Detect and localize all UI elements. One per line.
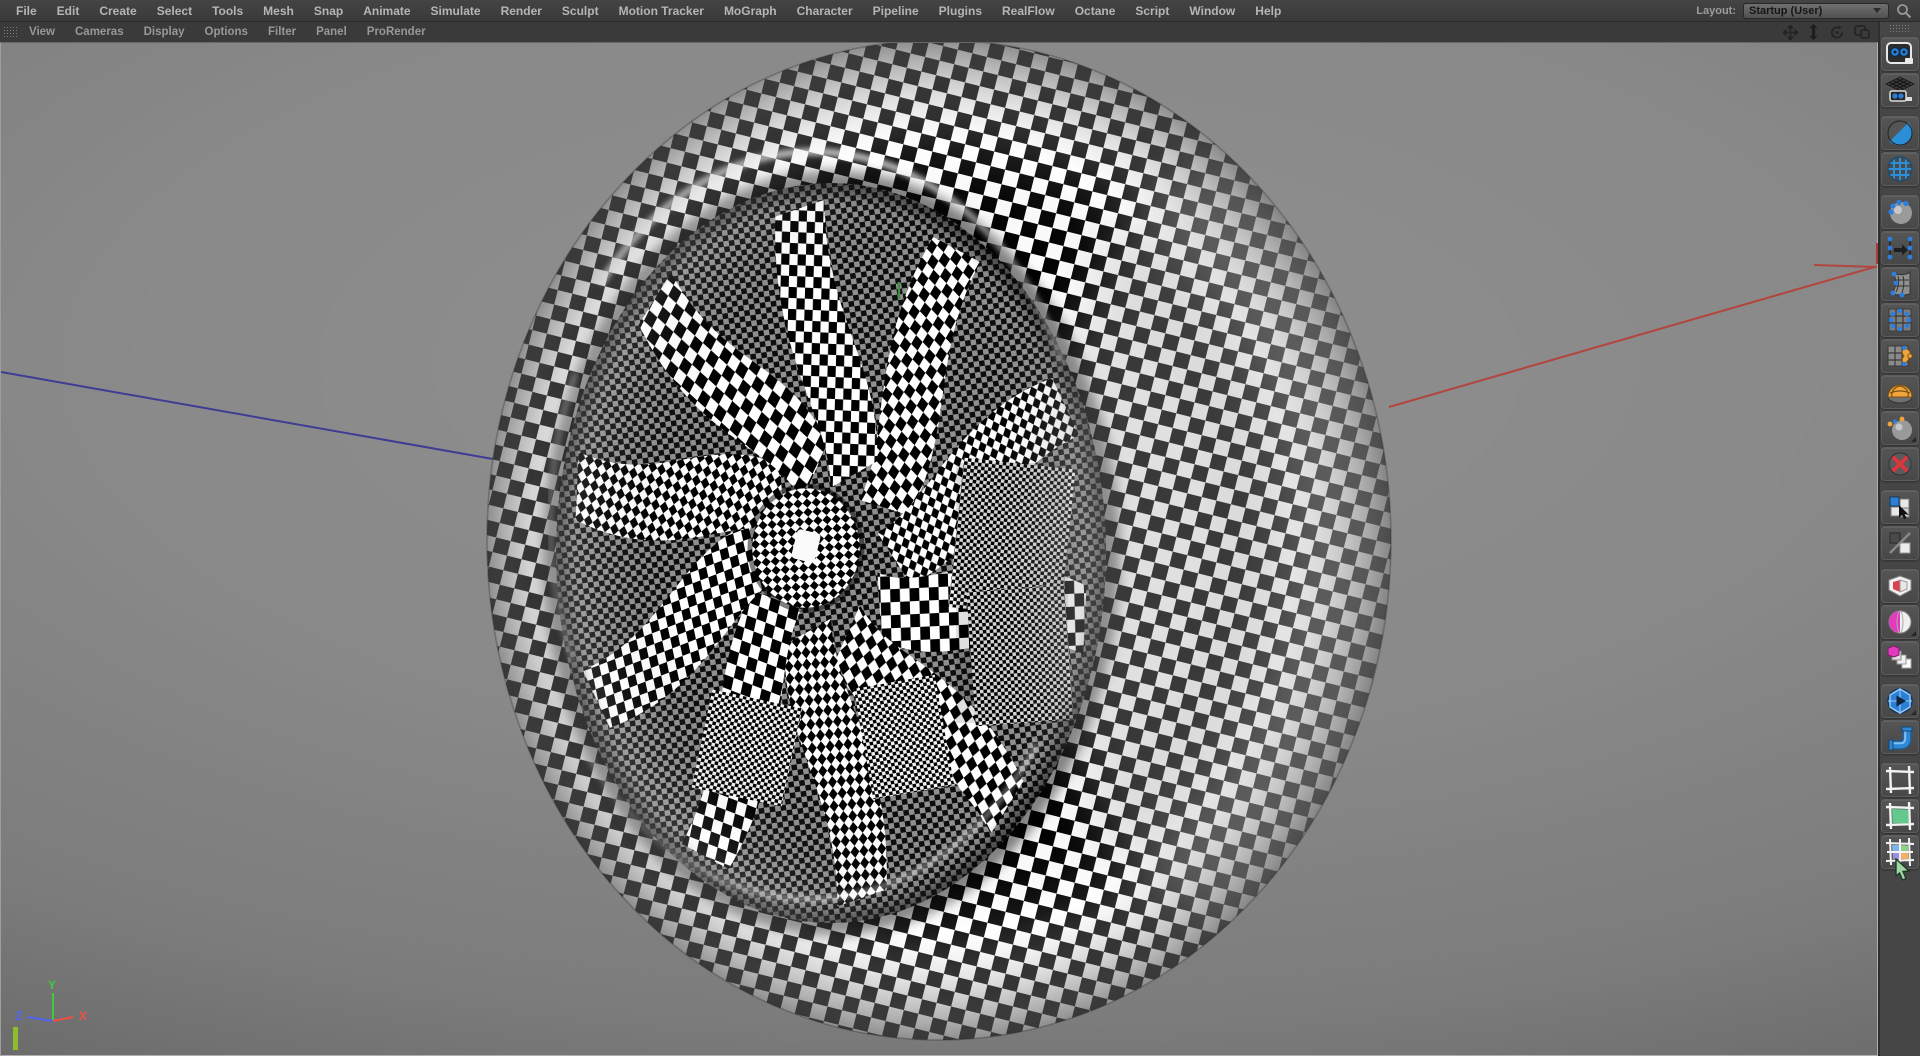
select-child-cubes-icon[interactable] xyxy=(1881,490,1919,524)
pipe-primitive-icon[interactable] xyxy=(1881,720,1919,754)
menu-window[interactable]: Window xyxy=(1179,0,1245,22)
mouse-cursor xyxy=(1895,858,1911,881)
open-volume-cube-icon[interactable] xyxy=(1881,569,1919,603)
menu-file[interactable]: File xyxy=(6,0,47,22)
x-axis-line xyxy=(1388,265,1877,408)
layout-dropdown-value: Startup (User) xyxy=(1749,4,1823,17)
gizmo-x-axis xyxy=(52,1016,74,1022)
x-axis-line-sliver xyxy=(1876,243,1878,264)
cinema4d-window: File Edit Create Select Tools Mesh Snap … xyxy=(0,0,1920,1056)
menu-edit[interactable]: Edit xyxy=(47,0,90,22)
dolly-view-icon[interactable] xyxy=(1807,24,1820,40)
delete-command-icon[interactable] xyxy=(1881,447,1919,481)
menu-motion-tracker[interactable]: Motion Tracker xyxy=(609,0,714,22)
gizmo-y-label: Y xyxy=(48,978,56,992)
palette-grip-handle[interactable] xyxy=(1889,24,1911,34)
paint-surface-icon[interactable] xyxy=(1881,375,1919,409)
x-axis-line-far xyxy=(1813,264,1877,268)
viewport-menubar: View Cameras Display Options Filter Pane… xyxy=(0,22,1878,42)
gizmo-z-axis xyxy=(26,1016,54,1022)
checkered-wheel-render xyxy=(1,43,1877,1041)
world-axis-gizmo: Y Z X xyxy=(15,978,87,1023)
menu-character[interactable]: Character xyxy=(787,0,863,22)
tangent-handle-sphere-icon[interactable] xyxy=(1881,411,1919,445)
menu-pipeline[interactable]: Pipeline xyxy=(863,0,929,22)
y-axis-bar xyxy=(13,1027,18,1050)
menu-plugins[interactable]: Plugins xyxy=(929,0,992,22)
layout-label: Layout: xyxy=(1696,4,1736,17)
menu-tools[interactable]: Tools xyxy=(202,0,253,22)
pan-view-icon[interactable] xyxy=(1783,24,1798,40)
interactive-render-region-icon[interactable] xyxy=(1881,152,1919,186)
wheel-object[interactable] xyxy=(487,43,1488,1040)
toggle-panels-icon[interactable] xyxy=(1854,25,1870,39)
prorender-start-icon[interactable] xyxy=(1881,684,1919,718)
split-sphere-icon[interactable] xyxy=(1881,605,1919,639)
vp-menu-view[interactable]: View xyxy=(19,22,65,42)
menu-mograph[interactable]: MoGraph xyxy=(714,0,787,22)
vp-menu-options[interactable]: Options xyxy=(195,22,258,42)
layout-dropdown[interactable]: Startup (User) xyxy=(1743,2,1889,19)
menu-create[interactable]: Create xyxy=(89,0,146,22)
menu-render[interactable]: Render xyxy=(491,0,552,22)
menu-snap[interactable]: Snap xyxy=(304,0,353,22)
menu-help[interactable]: Help xyxy=(1245,0,1291,22)
gizmo-x-label: X xyxy=(79,1009,87,1023)
viewport-view-controls xyxy=(1783,24,1878,40)
palette-grip-handle[interactable] xyxy=(3,26,17,38)
search-icon[interactable] xyxy=(1896,3,1912,19)
vp-menu-display[interactable]: Display xyxy=(134,22,195,42)
vp-menu-filter[interactable]: Filter xyxy=(258,22,306,42)
menu-sculpt[interactable]: Sculpt xyxy=(552,0,609,22)
menu-select[interactable]: Select xyxy=(147,0,202,22)
vp-menu-prorender[interactable]: ProRender xyxy=(357,22,436,42)
gizmo-z-label: Z xyxy=(15,1009,22,1023)
right-command-palette xyxy=(1878,22,1920,1056)
menu-mesh[interactable]: Mesh xyxy=(253,0,304,22)
vp-menu-cameras[interactable]: Cameras xyxy=(65,22,134,42)
soft-selection-surface-icon[interactable] xyxy=(1881,267,1919,301)
lattice-point-ring-icon[interactable] xyxy=(1881,303,1919,337)
menu-simulate[interactable]: Simulate xyxy=(421,0,491,22)
z-axis-line xyxy=(1,371,494,460)
menu-octane[interactable]: Octane xyxy=(1065,0,1126,22)
menu-script[interactable]: Script xyxy=(1125,0,1179,22)
chevron-down-icon xyxy=(1873,8,1881,13)
3d-viewport[interactable]: Y Z X xyxy=(0,42,1878,1056)
transfer-selection-icon[interactable] xyxy=(1881,231,1919,265)
toggle-visibility-cubes-icon[interactable] xyxy=(1881,526,1919,560)
menu-animate[interactable]: Animate xyxy=(353,0,420,22)
uv-polygon-fill-icon[interactable] xyxy=(1881,799,1919,833)
main-menubar: File Edit Create Select Tools Mesh Snap … xyxy=(0,0,1920,22)
vp-menu-panel[interactable]: Panel xyxy=(306,22,357,42)
render-to-picture-viewer-icon[interactable] xyxy=(1881,73,1919,107)
ffd-grid-points-icon[interactable] xyxy=(1881,339,1919,373)
menu-realflow[interactable]: RealFlow xyxy=(992,0,1065,22)
render-view-camera-icon[interactable] xyxy=(1881,37,1919,71)
rotate-view-icon[interactable] xyxy=(1829,24,1845,40)
uv-polygon-frame-icon[interactable] xyxy=(1881,763,1919,797)
edit-render-settings-icon[interactable] xyxy=(1881,116,1919,150)
duplicate-array-cubes-icon[interactable] xyxy=(1881,641,1919,675)
point-selection-sphere-icon[interactable] xyxy=(1881,195,1919,229)
